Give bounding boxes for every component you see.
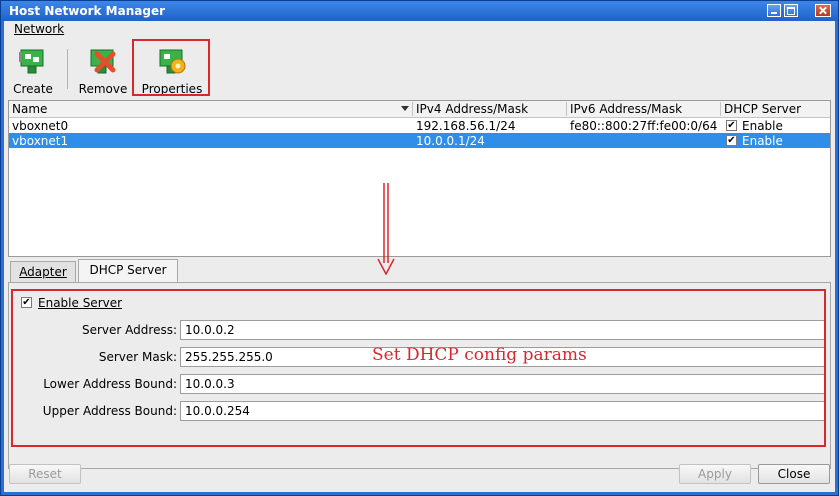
table-header: Name IPv4 Address/Mask IPv6 Address/Mask… bbox=[9, 101, 830, 118]
window-title: Host Network Manager bbox=[9, 4, 165, 18]
host-network-manager-window: Host Network Manager Network Create Remo… bbox=[0, 0, 839, 496]
minimize-icon[interactable] bbox=[767, 4, 781, 17]
tab-adapter-label: Adapter bbox=[19, 265, 67, 279]
maximize-icon[interactable] bbox=[784, 4, 798, 17]
apply-button[interactable]: Apply bbox=[679, 464, 751, 484]
sort-descending-icon bbox=[401, 106, 409, 111]
properties-highlight-box bbox=[132, 39, 210, 96]
row-name: vboxnet1 bbox=[12, 134, 69, 148]
title-bar[interactable]: Host Network Manager bbox=[1, 1, 838, 21]
column-header-name[interactable]: Name bbox=[12, 102, 413, 116]
dhcp-enable-checkbox[interactable]: ✔ bbox=[726, 120, 737, 131]
tab-dhcp-server[interactable]: DHCP Server bbox=[78, 259, 178, 283]
remove-button[interactable]: Remove bbox=[76, 43, 130, 97]
row-name: vboxnet0 bbox=[12, 119, 69, 133]
row-ipv4: 10.0.0.1/24 bbox=[416, 134, 485, 148]
close-window-icon[interactable] bbox=[815, 4, 831, 17]
down-arrow-annotation-icon bbox=[377, 183, 395, 275]
host-network-table[interactable]: Name IPv4 Address/Mask IPv6 Address/Mask… bbox=[8, 100, 831, 257]
dhcp-params-highlight-box bbox=[11, 289, 826, 447]
dhcp-enable-checkbox[interactable]: ✔ bbox=[726, 135, 737, 146]
table-row[interactable]: vboxnet0 192.168.56.1/24 fe80::800:27ff:… bbox=[9, 118, 830, 133]
tab-dhcp-label: DHCP Server bbox=[89, 263, 167, 277]
tab-adapter[interactable]: Adapter bbox=[10, 261, 76, 283]
column-header-ipv4[interactable]: IPv4 Address/Mask bbox=[416, 102, 567, 116]
row-dhcp: Enable bbox=[742, 119, 783, 133]
network-card-remove-icon bbox=[90, 49, 116, 74]
menu-bar: Network bbox=[4, 21, 835, 38]
column-header-ipv6[interactable]: IPv6 Address/Mask bbox=[570, 102, 721, 116]
create-button[interactable]: Create bbox=[10, 43, 56, 97]
close-button[interactable]: Close bbox=[758, 464, 830, 484]
row-ipv4: 192.168.56.1/24 bbox=[416, 119, 516, 133]
table-row-selected[interactable]: vboxnet1 10.0.0.1/24 ✔ Enable bbox=[9, 133, 830, 148]
reset-button[interactable]: Reset bbox=[9, 464, 81, 484]
remove-label: Remove bbox=[78, 82, 128, 96]
annotation-text: Set DHCP config params bbox=[372, 345, 587, 365]
row-ipv6: fe80::800:27ff:fe00:0/64 bbox=[570, 119, 718, 133]
dialog-client-area: Network Create Remove Properties Name IP… bbox=[4, 21, 835, 492]
toolbar-separator bbox=[67, 49, 68, 89]
column-header-dhcp[interactable]: DHCP Server bbox=[724, 102, 828, 116]
network-card-create-icon bbox=[19, 49, 44, 74]
row-dhcp: Enable bbox=[742, 134, 783, 148]
create-label: Create bbox=[13, 82, 53, 96]
menu-network[interactable]: Network bbox=[14, 22, 64, 36]
